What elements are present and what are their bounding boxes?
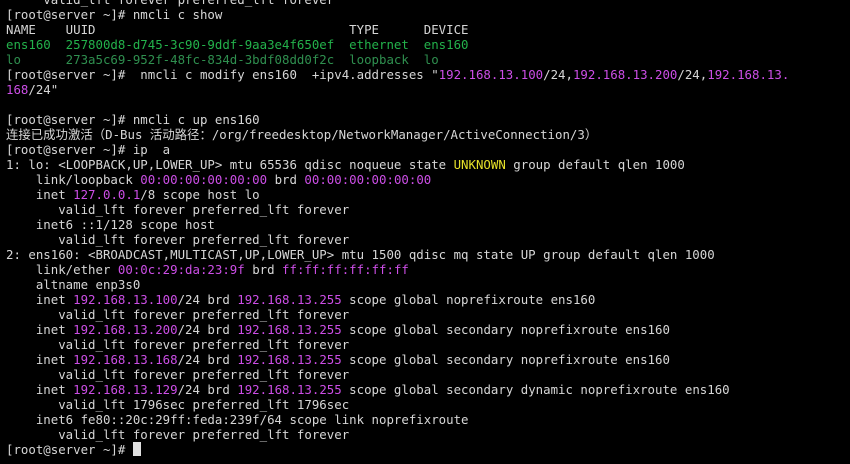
highlighted-value: 127.0.0.1 xyxy=(73,187,141,202)
text-segment: /24" xyxy=(28,82,59,97)
text-segment: ens160 257800d8-d745-3c90-9ddf-9aa3e4f65… xyxy=(6,37,469,52)
text-segment: valid_lft forever preferred_lft forever xyxy=(6,367,350,382)
text-segment: 连接已成功激活（D-Bus 活动路径：/org/freedesktop/Netw… xyxy=(6,127,598,142)
terminal-line: valid_lft forever preferred_lft forever xyxy=(6,202,850,217)
text-segment: scope global secondary noprefixroute ens… xyxy=(341,352,670,367)
text-segment: inet6 fe80::20c:29ff:feda:239f/64 scope … xyxy=(6,412,469,427)
text-segment: UNKNOWN xyxy=(453,157,506,172)
text-segment: inet xyxy=(6,352,74,367)
terminal-line: inet6 ::1/128 scope host xyxy=(6,217,850,232)
terminal-line: inet 192.168.13.200/24 brd 192.168.13.25… xyxy=(6,322,850,337)
highlighted-value: 00:00:00:00:00:00 xyxy=(304,172,432,187)
text-segment: valid_lft forever preferred_lft forever xyxy=(6,0,334,7)
highlighted-value: 192.168.13.129 xyxy=(73,382,178,397)
text-segment: inet xyxy=(6,322,74,337)
text-segment: scope global secondary noprefixroute ens… xyxy=(341,322,670,337)
highlighted-value: 192.168.13. xyxy=(707,67,790,82)
text-segment: link/ether xyxy=(6,262,118,277)
text-segment: /24 brd xyxy=(177,382,238,397)
text-segment: valid_lft forever preferred_lft forever xyxy=(6,307,350,322)
terminal-line: valid_lft forever preferred_lft forever xyxy=(6,0,850,7)
terminal-line: ens160 257800d8-d745-3c90-9ddf-9aa3e4f65… xyxy=(6,37,850,52)
terminal-line: [root@server ~]# nmcli c modify ens160 +… xyxy=(6,67,850,82)
text-segment: valid_lft forever preferred_lft forever xyxy=(6,337,350,352)
text-segment: /24 brd xyxy=(177,352,238,367)
terminal-line: 168/24" xyxy=(6,82,850,97)
text-segment: brd xyxy=(267,172,305,187)
terminal-line: inet 192.168.13.168/24 brd 192.168.13.25… xyxy=(6,352,850,367)
terminal-line: lo 273a5c69-952f-48fc-834d-3bdf08dd0f2c … xyxy=(6,52,850,67)
text-segment: NAME UUID TYPE DEVICE xyxy=(6,22,469,37)
text-segment: scope global secondary dynamic noprefixr… xyxy=(341,382,730,397)
text-segment: /8 scope host lo xyxy=(140,187,260,202)
text-segment: link/loopback xyxy=(6,172,141,187)
terminal-line: valid_lft forever preferred_lft forever xyxy=(6,307,850,322)
text-segment: [root@server ~]# xyxy=(6,442,133,457)
highlighted-value: 00:00:00:00:00:00 xyxy=(140,172,268,187)
terminal-line: [root@server ~]# nmcli c up ens160 xyxy=(6,112,850,127)
terminal-line: [root@server ~]# ip a xyxy=(6,142,850,157)
highlighted-value: 00:0c:29:da:23:9f xyxy=(117,262,245,277)
terminal-line: valid_lft forever preferred_lft forever xyxy=(6,232,850,247)
terminal-line: valid_lft forever preferred_lft forever xyxy=(6,427,850,442)
terminal-line: link/loopback 00:00:00:00:00:00 brd 00:0… xyxy=(6,172,850,187)
terminal-line: altname enp3s0 xyxy=(6,277,850,292)
terminal-line: valid_lft forever preferred_lft forever xyxy=(6,367,850,382)
cursor[interactable] xyxy=(132,442,141,456)
terminal-line: inet 127.0.0.1/8 scope host lo xyxy=(6,187,850,202)
highlighted-value: 192.168.13.255 xyxy=(237,292,342,307)
terminal-line: 1: lo: <LOOPBACK,UP,LOWER_UP> mtu 65536 … xyxy=(6,157,850,172)
text-segment: brd xyxy=(244,262,283,277)
highlighted-value: 192.168.13.100 xyxy=(438,67,544,82)
text-segment: valid_lft forever preferred_lft forever xyxy=(6,232,350,247)
highlighted-value: 192.168.13.255 xyxy=(237,352,342,367)
terminal-window[interactable]: valid_lft forever preferred_lft forever[… xyxy=(0,0,850,464)
terminal-line: inet 192.168.13.129/24 brd 192.168.13.25… xyxy=(6,382,850,397)
highlighted-value: 192.168.13.200 xyxy=(73,322,178,337)
terminal-line: inet6 fe80::20c:29ff:feda:239f/64 scope … xyxy=(6,412,850,427)
terminal-line: valid_lft forever preferred_lft forever xyxy=(6,337,850,352)
text-segment: inet xyxy=(6,187,74,202)
text-segment: /24 brd xyxy=(177,292,238,307)
highlighted-value: 192.168.13.255 xyxy=(237,382,342,397)
text-segment: [root@server ~]# nmcli c modify ens160 +… xyxy=(6,67,439,82)
text-segment: valid_lft 1796sec preferred_lft 1796sec xyxy=(6,397,350,412)
terminal-line: 连接已成功激活（D-Bus 活动路径：/org/freedesktop/Netw… xyxy=(6,127,850,142)
terminal-output: valid_lft forever preferred_lft forever[… xyxy=(6,0,850,457)
text-segment: scope global noprefixroute ens160 xyxy=(341,292,596,307)
prompt-line: [root@server ~]# xyxy=(6,442,850,457)
text-segment: valid_lft forever preferred_lft forever xyxy=(6,427,350,442)
text-segment: /24 brd xyxy=(177,322,238,337)
highlighted-value: 168 xyxy=(6,82,29,97)
terminal-line: inet 192.168.13.100/24 brd 192.168.13.25… xyxy=(6,292,850,307)
text-segment: 1: lo: <LOOPBACK,UP,LOWER_UP> mtu 65536 … xyxy=(6,157,454,172)
text-segment: [root@server ~]# nmcli c up ens160 xyxy=(6,112,260,127)
terminal-line: valid_lft 1796sec preferred_lft 1796sec xyxy=(6,397,850,412)
highlighted-value: 192.168.13.100 xyxy=(73,292,178,307)
terminal-line: [root@server ~]# nmcli c show xyxy=(6,7,850,22)
terminal-line: link/ether 00:0c:29:da:23:9f brd ff:ff:f… xyxy=(6,262,850,277)
text-segment: /24, xyxy=(543,67,573,82)
text-segment: /24, xyxy=(677,67,708,82)
text-segment: inet xyxy=(6,382,74,397)
text-segment: lo 273a5c69-952f-48fc-834d-3bdf08dd0f2c … xyxy=(6,52,439,67)
highlighted-value: 192.168.13.255 xyxy=(237,322,342,337)
text-segment: inet xyxy=(6,292,74,307)
text-segment: [root@server ~]# nmcli c show xyxy=(6,7,223,22)
text-segment: 2: ens160: <BROADCAST,MULTICAST,UP,LOWER… xyxy=(6,247,715,262)
highlighted-value: ff:ff:ff:ff:ff:ff xyxy=(282,262,409,277)
highlighted-value: 192.168.13.168 xyxy=(73,352,178,367)
text-segment: group default qlen 1000 xyxy=(505,157,685,172)
text-segment: [root@server ~]# ip a xyxy=(6,142,171,157)
terminal-line: NAME UUID TYPE DEVICE xyxy=(6,22,850,37)
terminal-line: 2: ens160: <BROADCAST,MULTICAST,UP,LOWER… xyxy=(6,247,850,262)
text-segment: valid_lft forever preferred_lft forever xyxy=(6,202,350,217)
text-segment: altname enp3s0 xyxy=(6,277,141,292)
text-segment: inet6 ::1/128 scope host xyxy=(6,217,215,232)
highlighted-value: 192.168.13.200 xyxy=(572,67,678,82)
